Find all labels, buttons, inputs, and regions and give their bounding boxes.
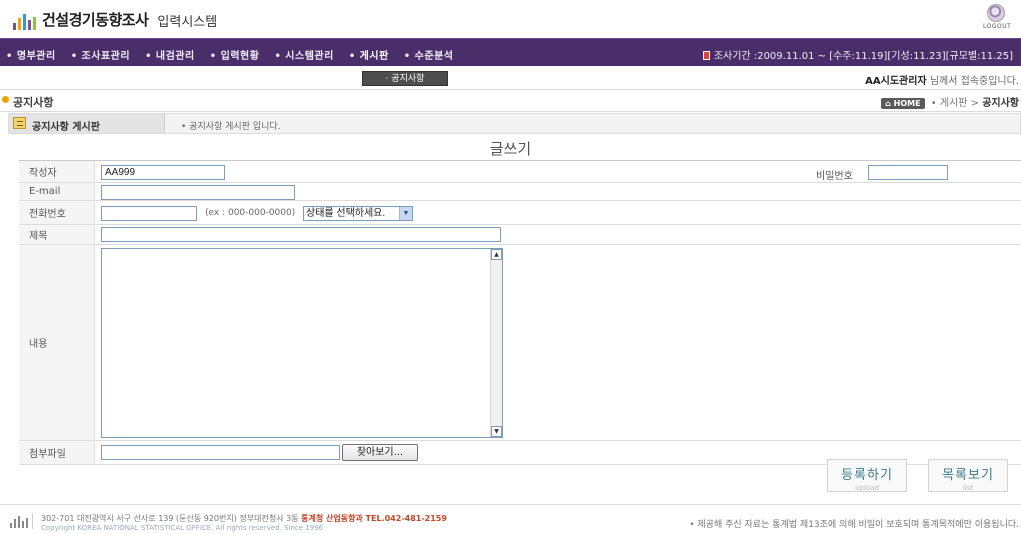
content-row: 내용 ▲ ▼ xyxy=(19,245,1021,441)
app-title: 건설경기동향조사 xyxy=(42,11,149,29)
footer-address: 302-701 대전광역시 서구 선사로 139 (둔산동 920번지) 정부대… xyxy=(41,513,447,524)
subject-label: 제목 xyxy=(19,225,95,244)
document-icon xyxy=(13,117,26,129)
footer-logo-icon xyxy=(10,516,28,528)
logo[interactable]: 건설경기동향조사 입력시스템 xyxy=(13,9,217,30)
subnav-tab-notice[interactable]: · 공지사항 xyxy=(362,71,448,86)
nav-item-survey[interactable]: • 조사표관리 xyxy=(71,47,130,62)
board-header: 공지사항 게시판 • 공지사항 게시판 입니다. xyxy=(8,113,1021,134)
breadcrumb-home[interactable]: ⌂ HOME xyxy=(881,98,925,109)
nav-item-board[interactable]: • 게시판 xyxy=(349,47,389,62)
write-form: 작성자 AA999 비밀번호 E-mail 전화번호 (ex : 000-000… xyxy=(19,160,1021,465)
content-scrollbar[interactable]: ▲ ▼ xyxy=(490,249,502,437)
nav-item-system[interactable]: • 시스템관리 xyxy=(274,47,333,62)
attach-label: 첨부파일 xyxy=(19,441,95,464)
scroll-up-icon[interactable]: ▲ xyxy=(491,249,502,260)
user-status-suffix: 님께서 접속중입니다. xyxy=(929,76,1019,87)
author-label: 작성자 xyxy=(19,161,95,182)
nav-item-input-status[interactable]: • 입력현황 xyxy=(210,47,260,62)
password-label: 비밀번호 xyxy=(816,171,853,182)
phone-input[interactable] xyxy=(101,206,197,221)
form-heading: 글쓰기 xyxy=(489,140,532,158)
title-bullet-icon xyxy=(2,96,9,103)
footer-divider xyxy=(32,513,33,529)
logout-button[interactable]: LOGOUT xyxy=(983,4,1012,34)
chevron-down-icon[interactable]: ▼ xyxy=(399,207,412,220)
breadcrumb-home-label: HOME xyxy=(893,99,921,108)
list-button-sublabel: list xyxy=(962,484,974,492)
nav-item-validation[interactable]: • 내검관리 xyxy=(145,47,195,62)
board-description: • 공지사항 게시판 입니다. xyxy=(181,122,281,132)
main-nav: • 명부관리 • 조사표관리 • 내검관리 • 입력현황 • 시스템관리 • 게… xyxy=(0,38,1021,66)
list-button-label: 목록보기 xyxy=(942,468,994,483)
subject-input[interactable] xyxy=(101,227,501,242)
title-bar: 공지사항 ⌂ HOME • 게시판 > 공지사항 xyxy=(0,90,1021,112)
board-tab-prefix: 공지사항 xyxy=(32,122,69,133)
content-textarea[interactable]: ▲ ▼ xyxy=(101,248,503,438)
breadcrumb-current: 공지사항 xyxy=(982,98,1019,109)
phone-label: 전화번호 xyxy=(19,201,95,224)
footer-copyright: Copyright KOREA NATIONAL STATISTICAL OFF… xyxy=(41,524,324,532)
phone-hint: (ex : 000-000-0000) xyxy=(205,208,296,218)
email-row: E-mail xyxy=(19,183,1021,201)
status-select[interactable]: 상태를 선택하세요. ▼ xyxy=(303,206,413,221)
survey-period: 조사기간 :2009.11.01 ~ [수주:11.19][기성:11.23][… xyxy=(702,47,1013,62)
app-header: 건설경기동향조사 입력시스템 LOGOUT xyxy=(0,0,1021,38)
calendar-icon xyxy=(702,51,710,60)
author-input[interactable]: AA999 xyxy=(101,165,225,180)
subject-row: 제목 xyxy=(19,225,1021,245)
breadcrumb: ⌂ HOME • 게시판 > 공지사항 xyxy=(881,94,1019,109)
attach-file-input[interactable] xyxy=(101,445,340,460)
board-tab-label: 공지사항 게시판 xyxy=(32,118,100,133)
footer-address-text: 302-701 대전광역시 서구 선사로 139 (둔산동 920번지) 정부대… xyxy=(41,514,299,523)
footer: 302-701 대전광역시 서구 선사로 139 (둔산동 920번지) 정부대… xyxy=(0,504,1021,534)
nav-item-registry[interactable]: • 명부관리 xyxy=(6,47,56,62)
survey-period-text: 조사기간 :2009.11.01 ~ [수주:11.19][기성:11.23][… xyxy=(713,51,1013,62)
breadcrumb-board[interactable]: • 게시판 > xyxy=(931,98,979,109)
logo-bars-icon xyxy=(13,14,36,30)
app-subtitle: 입력시스템 xyxy=(157,15,218,30)
list-button[interactable]: 목록보기 list xyxy=(928,459,1008,492)
user-name: AA시도관리자 xyxy=(865,76,927,87)
password-input[interactable] xyxy=(868,165,948,180)
board-tab-name: 게시판 xyxy=(72,122,100,133)
footer-notice: • 제공해 주신 자료는 통계법 제13조에 의해 비밀이 보호되며 통계목적에… xyxy=(689,520,1019,530)
status-select-value: 상태를 선택하세요. xyxy=(306,208,386,219)
browse-button[interactable]: 찾아보기... xyxy=(342,444,418,461)
register-button-label: 등록하기 xyxy=(841,468,893,483)
content-label: 내용 xyxy=(19,245,95,440)
logout-label: LOGOUT xyxy=(983,23,1012,30)
nav-item-level-analysis[interactable]: • 수준분석 xyxy=(404,47,454,62)
user-status: AA시도관리자 님께서 접속중입니다. xyxy=(865,72,1019,87)
scroll-down-icon[interactable]: ▼ xyxy=(491,426,502,437)
phone-row: 전화번호 (ex : 000-000-0000) 상태를 선택하세요. ▼ xyxy=(19,201,1021,225)
page-title: 공지사항 xyxy=(13,96,54,109)
footer-org: 통계청 산업동향과 TEL.042-481-2159 xyxy=(301,514,447,523)
author-row: 작성자 AA999 비밀번호 xyxy=(19,161,1021,183)
power-icon xyxy=(987,4,1005,22)
sub-nav: · 공지사항 AA시도관리자 님께서 접속중입니다. xyxy=(0,66,1021,90)
board-tab: 공지사항 게시판 xyxy=(9,114,165,133)
register-button-sublabel: upload xyxy=(855,484,879,492)
register-button[interactable]: 등록하기 upload xyxy=(827,459,907,492)
email-label: E-mail xyxy=(19,183,95,200)
email-input[interactable] xyxy=(101,185,295,200)
